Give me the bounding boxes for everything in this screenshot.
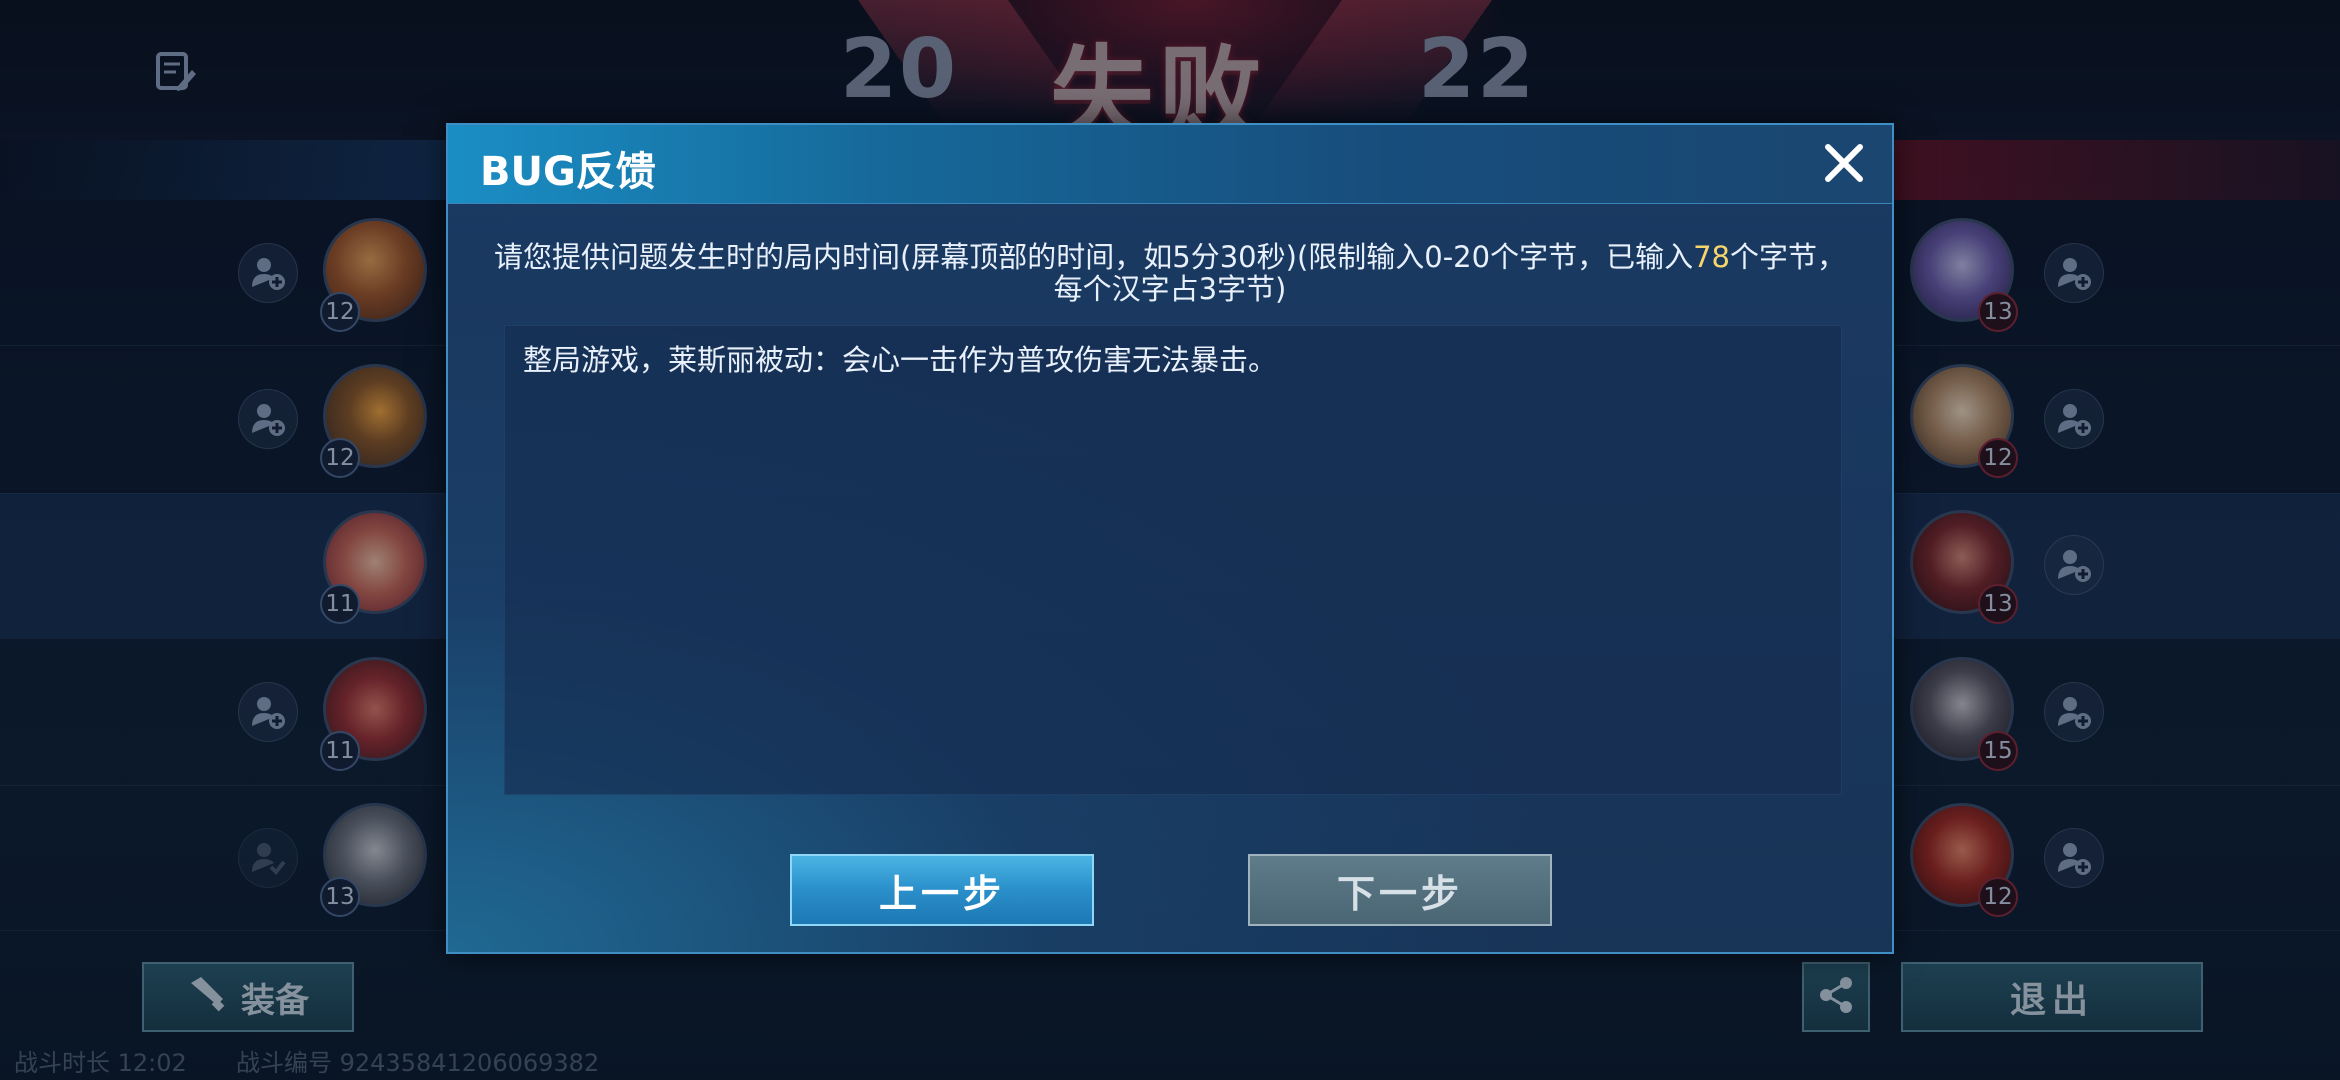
input-instructions: 请您提供问题发生时的局内时间(屏幕顶部的时间，如5分30秒)(限制输入0-20个… — [488, 241, 1852, 305]
bug-feedback-dialog: BUG反馈 请您提供问题发生时的局内时间(屏幕顶部的时间，如5分30秒)(限制输… — [446, 123, 1894, 954]
prompt-text: 请您提供问题发生时的局内时间(屏幕顶部的时间，如5分30秒)(限制输入0-20个… — [493, 240, 1694, 274]
dialog-header: BUG反馈 — [448, 125, 1892, 204]
dialog-title: BUG反馈 — [480, 149, 656, 195]
close-button[interactable] — [1818, 139, 1870, 191]
previous-step-button[interactable]: 上一步 — [790, 854, 1094, 926]
byte-count: 78 — [1693, 240, 1730, 274]
next-step-button[interactable]: 下一步 — [1248, 854, 1552, 926]
feedback-textarea[interactable]: 整局游戏，莱斯丽被动：会心一击作为普攻伤害无法暴击。 — [504, 325, 1842, 795]
close-icon — [1820, 139, 1868, 191]
